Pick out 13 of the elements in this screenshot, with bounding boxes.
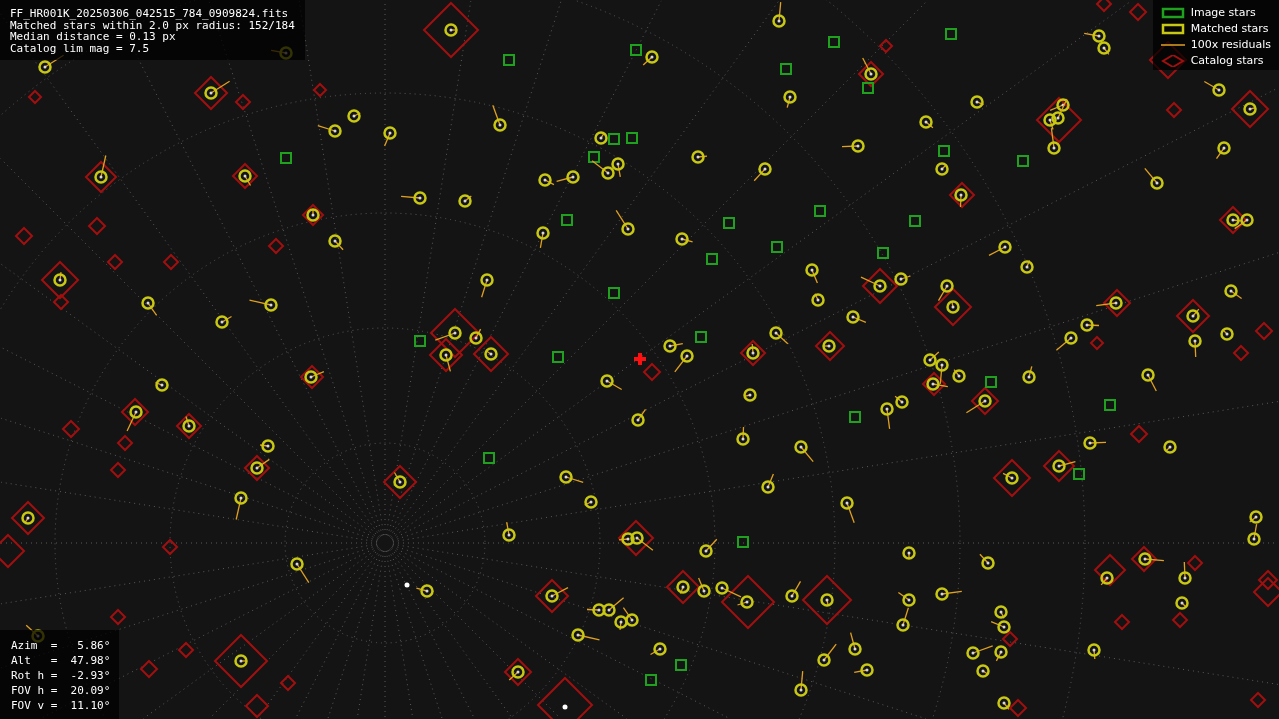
legend-label: 100x residuals: [1190, 38, 1271, 51]
pointing-text-line: Alt = 47.98°: [11, 653, 111, 668]
pointing-text-line: FOV v = 11.10°: [11, 698, 111, 713]
info-text-line: FF_HR001K_20250306_042515_784_0909824.fits: [10, 8, 290, 20]
pointing-text-line: Azim = 5.86°: [11, 638, 111, 653]
info-text-line: Catalog lim mag = 7.5: [10, 42, 151, 54]
info-text-line: Median distance = 0.13 px: [10, 31, 176, 43]
legend-label: Matched stars: [1190, 22, 1269, 35]
info-text-line: Matched stars within 2.0 px radius: 152/184: [10, 19, 295, 31]
legend-label: Image stars: [1190, 6, 1256, 19]
pointing-text-line: FOV h = 20.09°: [11, 683, 111, 698]
pointing-text-line: Rot h = -2.93°: [11, 668, 111, 683]
legend-label: Catalog stars: [1190, 54, 1264, 67]
